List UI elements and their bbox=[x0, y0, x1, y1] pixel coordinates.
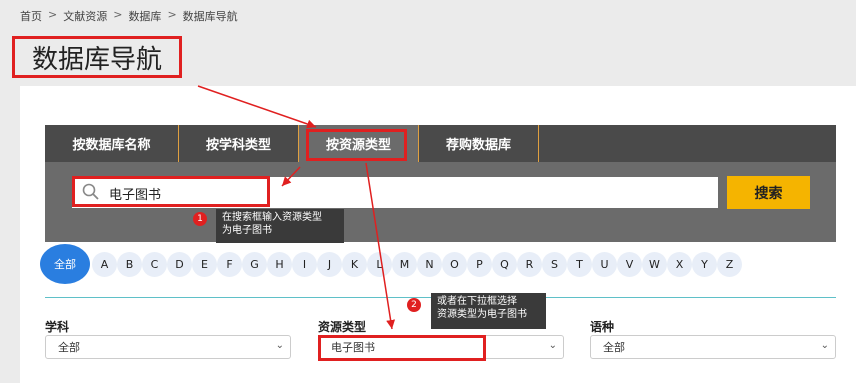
letter-all-button[interactable]: 全部 bbox=[40, 244, 90, 284]
tab-bar: 按数据库名称 按学科类型 按资源类型 荐购数据库 bbox=[45, 125, 836, 162]
letter-button[interactable]: G bbox=[242, 251, 267, 277]
letter-button[interactable]: J bbox=[317, 251, 342, 277]
letter-button[interactable]: N bbox=[417, 251, 442, 277]
tab-by-name[interactable]: 按数据库名称 bbox=[45, 125, 179, 162]
step-badge: 2 bbox=[407, 298, 421, 312]
language-select[interactable]: 全部 ⌄ bbox=[590, 335, 836, 359]
filter-label-resource-type: 资源类型 bbox=[318, 320, 367, 334]
letter-button[interactable]: Y bbox=[692, 251, 717, 277]
letter-button[interactable]: L bbox=[367, 251, 392, 277]
breadcrumb-separator: > bbox=[167, 8, 177, 21]
letter-button[interactable]: V bbox=[617, 251, 642, 277]
letter-button[interactable]: R bbox=[517, 251, 542, 277]
select-value: 全部 bbox=[58, 341, 80, 354]
letter-button[interactable]: X bbox=[667, 251, 692, 277]
filter-label-subject: 学科 bbox=[45, 320, 70, 334]
letter-button[interactable]: I bbox=[292, 251, 317, 277]
tooltip-line: 资源类型为电子图书 bbox=[437, 309, 527, 320]
breadcrumb-current: 数据库导航 bbox=[182, 10, 238, 23]
tab-by-subject[interactable]: 按学科类型 bbox=[179, 125, 299, 162]
letter-button[interactable]: T bbox=[567, 251, 592, 277]
breadcrumb-separator: > bbox=[48, 8, 58, 21]
letter-button[interactable]: C bbox=[142, 251, 167, 277]
letter-button[interactable]: D bbox=[167, 251, 192, 277]
highlight-box bbox=[306, 129, 407, 161]
highlight-box bbox=[318, 335, 486, 361]
letter-button[interactable]: B bbox=[117, 251, 142, 277]
filter-label-language: 语种 bbox=[590, 320, 615, 334]
tooltip-line: 在搜索框输入资源类型 bbox=[222, 212, 322, 223]
step-badge: 1 bbox=[193, 212, 207, 226]
letter-button[interactable]: Z bbox=[717, 251, 742, 277]
select-value: 全部 bbox=[603, 341, 625, 354]
letter-button[interactable]: F bbox=[217, 251, 242, 277]
breadcrumb-home[interactable]: 首页 bbox=[20, 8, 42, 24]
chevron-down-icon: ⌄ bbox=[548, 340, 557, 351]
letter-button[interactable]: S bbox=[542, 251, 567, 277]
letter-button[interactable]: W bbox=[642, 251, 667, 277]
letter-button[interactable]: M bbox=[392, 251, 417, 277]
breadcrumb-resources[interactable]: 文献资源 bbox=[63, 8, 107, 24]
tab-recommend[interactable]: 荐购数据库 bbox=[419, 125, 539, 162]
letter-button[interactable]: A bbox=[92, 251, 117, 277]
subject-select[interactable]: 全部 ⌄ bbox=[45, 335, 291, 359]
breadcrumb: 首页 > 文献资源 > 数据库 > 数据库导航 bbox=[20, 8, 238, 24]
letter-button[interactable]: K bbox=[342, 251, 367, 277]
chevron-down-icon: ⌄ bbox=[275, 340, 284, 351]
chevron-down-icon: ⌄ bbox=[820, 340, 829, 351]
letter-button[interactable]: U bbox=[592, 251, 617, 277]
tooltip-line: 为电子图书 bbox=[222, 225, 272, 236]
letter-button[interactable]: H bbox=[267, 251, 292, 277]
letter-button[interactable]: P bbox=[467, 251, 492, 277]
letter-button[interactable]: E bbox=[192, 251, 217, 277]
search-button[interactable]: 搜索 bbox=[727, 176, 810, 209]
page-title: 数据库导航 bbox=[12, 36, 182, 78]
tooltip: 或者在下拉框选择 资源类型为电子图书 bbox=[431, 293, 546, 329]
highlight-box bbox=[72, 176, 270, 207]
breadcrumb-database[interactable]: 数据库 bbox=[128, 8, 161, 24]
breadcrumb-separator: > bbox=[113, 8, 123, 21]
tooltip-line: 或者在下拉框选择 bbox=[437, 296, 517, 307]
tooltip: 在搜索框输入资源类型 为电子图书 bbox=[216, 209, 344, 243]
letter-filter: 全部 ABCDEFGHIJKLMNOPQRSTUVWXYZ bbox=[40, 244, 742, 284]
letter-button[interactable]: O bbox=[442, 251, 467, 277]
letter-button[interactable]: Q bbox=[492, 251, 517, 277]
